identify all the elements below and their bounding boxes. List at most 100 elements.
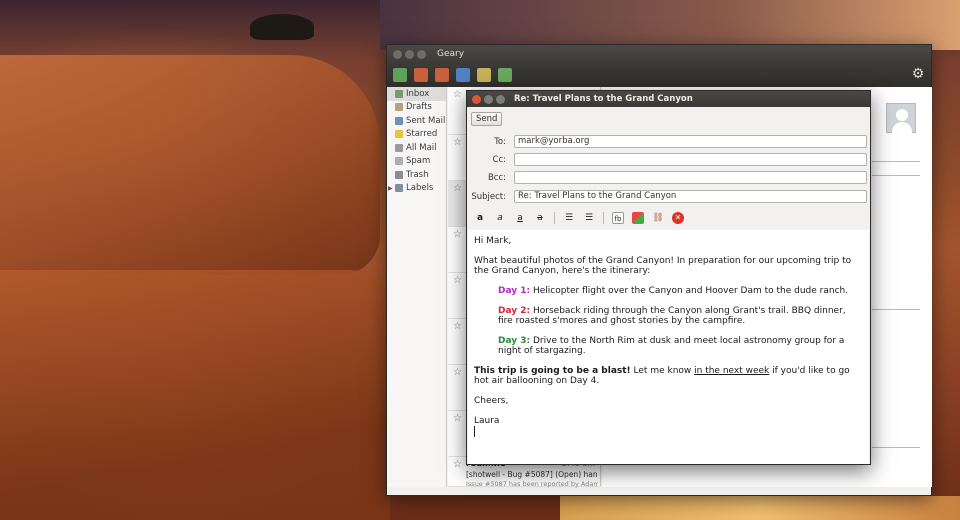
day3-item: Day 3: Drive to the North Rim at dusk an…	[474, 336, 863, 356]
expander-triangle-icon[interactable]: ▶	[388, 185, 393, 192]
sent-icon	[395, 116, 403, 125]
close-window-button[interactable]	[393, 49, 402, 59]
to-label: To:	[494, 137, 506, 147]
greeting: Hi Mark,	[474, 236, 512, 246]
day1-text: Helicopter flight over the Canyon and Ho…	[530, 286, 849, 296]
sidebar-item-drafts[interactable]: Drafts	[387, 101, 446, 115]
sidebar-item-labels[interactable]: ▶ Labels	[387, 182, 446, 196]
format-toolbar: a a a a ☰ ☰ fb ⛓ ✕	[474, 210, 692, 226]
bcc-field[interactable]	[514, 171, 867, 184]
message-preview: Issue #5087 has been reported by Adam	[466, 480, 598, 488]
minimize-composer-button[interactable]	[484, 94, 493, 104]
all-mail-icon	[395, 143, 403, 152]
archive-icon[interactable]	[477, 68, 491, 82]
day1-label: Day 1:	[498, 286, 531, 296]
divider	[872, 161, 920, 162]
link-icon[interactable]: ⛓	[652, 212, 664, 224]
avatar	[886, 103, 916, 134]
subject-field[interactable]: Re: Travel Plans to the Grand Canyon	[514, 190, 867, 203]
signature: Laura	[474, 416, 500, 426]
wallpaper-tree	[250, 14, 314, 40]
wallpaper-glow	[560, 496, 960, 520]
star-icon[interactable]: ☆	[453, 275, 462, 286]
wallpaper-sky	[380, 0, 960, 50]
sidebar-item-label: Starred	[406, 129, 438, 140]
star-icon[interactable]: ☆	[453, 367, 462, 378]
wallpaper-rock-lower	[0, 270, 390, 520]
main-toolbar	[387, 63, 931, 87]
reply-all-icon[interactable]	[435, 68, 449, 82]
cc-row: Cc:	[467, 153, 872, 167]
inbox-icon	[395, 89, 403, 98]
sidebar-item-label: Sent Mail	[406, 115, 446, 126]
maximize-window-button[interactable]	[417, 49, 426, 59]
remove-format-icon[interactable]: ✕	[672, 212, 684, 224]
day3-label: Day 3:	[498, 336, 531, 346]
bcc-label: Bcc:	[487, 173, 506, 183]
underline-icon[interactable]: a	[514, 212, 526, 224]
text-caret	[474, 426, 863, 440]
star-icon[interactable]: ☆	[453, 89, 462, 100]
indent-icon[interactable]: ☰	[563, 212, 575, 224]
wallpaper-rock	[0, 55, 380, 275]
to-row: To: mark@yorba.org	[467, 135, 872, 149]
minimize-window-button[interactable]	[405, 49, 414, 59]
day2-item: Day 2: Horseback riding through the Cany…	[474, 306, 863, 326]
compose-icon[interactable]	[393, 68, 407, 82]
cc-field[interactable]	[514, 153, 867, 166]
outdent-icon[interactable]: ☰	[583, 212, 595, 224]
star-icon[interactable]: ☆	[453, 321, 462, 332]
sidebar-item-label: Labels	[406, 183, 434, 194]
subject-row: Subject: Re: Travel Plans to the Grand C…	[467, 190, 872, 204]
folder-sidebar: Inbox Drafts Sent Mail Starred All Mail …	[387, 87, 447, 487]
gear-icon[interactable]: ⚙	[911, 67, 925, 81]
send-button[interactable]: Send	[471, 112, 503, 126]
sidebar-item-starred[interactable]: Starred	[387, 128, 446, 142]
intro-paragraph: What beautiful photos of the Grand Canyo…	[474, 256, 852, 276]
close-composer-button[interactable]	[472, 94, 481, 104]
reply-icon[interactable]	[414, 68, 428, 82]
font-icon[interactable]: fb	[612, 212, 624, 224]
maximize-composer-button[interactable]	[496, 94, 505, 104]
divider	[872, 447, 920, 448]
closing-bold: This trip is going to be a blast!	[474, 366, 631, 376]
italic-icon[interactable]: a	[494, 212, 506, 224]
sidebar-item-label: All Mail	[406, 142, 437, 153]
divider	[872, 309, 920, 310]
sidebar-item-label: Spam	[406, 156, 431, 167]
star-icon[interactable]: ☆	[453, 229, 462, 240]
main-window-title: Geary	[437, 49, 465, 59]
star-icon	[395, 130, 403, 139]
color-icon[interactable]	[632, 212, 644, 224]
message-subject: [shotwell - Bug #5087] (Open) hang o...	[466, 470, 598, 479]
message-body[interactable]: Hi Mark, What beautiful photos of the Gr…	[468, 230, 869, 464]
bold-icon[interactable]: a	[474, 212, 486, 224]
spam-icon	[395, 157, 403, 166]
day1-item: Day 1: Helicopter flight over the Canyon…	[474, 286, 863, 296]
sidebar-item-spam[interactable]: Spam	[387, 155, 446, 169]
drafts-icon	[395, 103, 403, 112]
to-field[interactable]: mark@yorba.org	[514, 135, 867, 148]
day2-text: Horseback riding through the Canyon alon…	[498, 306, 846, 326]
day3-text: Drive to the North Rim at dusk and meet …	[498, 336, 845, 356]
composer-window: Re: Travel Plans to the Grand Canyon Sen…	[466, 90, 871, 465]
closing-underline: in the next week	[694, 366, 770, 376]
strikethrough-icon[interactable]: a	[534, 212, 546, 224]
star-icon[interactable]: ☆	[453, 413, 462, 424]
main-titlebar: Geary	[387, 45, 931, 63]
sidebar-item-sent-mail[interactable]: Sent Mail	[387, 114, 446, 128]
bcc-row: Bcc:	[467, 171, 872, 185]
star-icon[interactable]: ☆	[453, 459, 462, 470]
toolbar-separator	[554, 212, 555, 224]
sidebar-item-trash[interactable]: Trash	[387, 168, 446, 182]
sidebar-item-all-mail[interactable]: All Mail	[387, 141, 446, 155]
mark-icon[interactable]	[498, 68, 512, 82]
day2-label: Day 2:	[498, 306, 531, 316]
trash-icon	[395, 170, 403, 179]
divider	[872, 175, 920, 176]
closing-paragraph: This trip is going to be a blast! Let me…	[474, 366, 863, 386]
sidebar-item-inbox[interactable]: Inbox	[387, 87, 446, 101]
forward-icon[interactable]	[456, 68, 470, 82]
labels-icon	[395, 184, 403, 193]
sidebar-item-label: Trash	[406, 169, 429, 180]
